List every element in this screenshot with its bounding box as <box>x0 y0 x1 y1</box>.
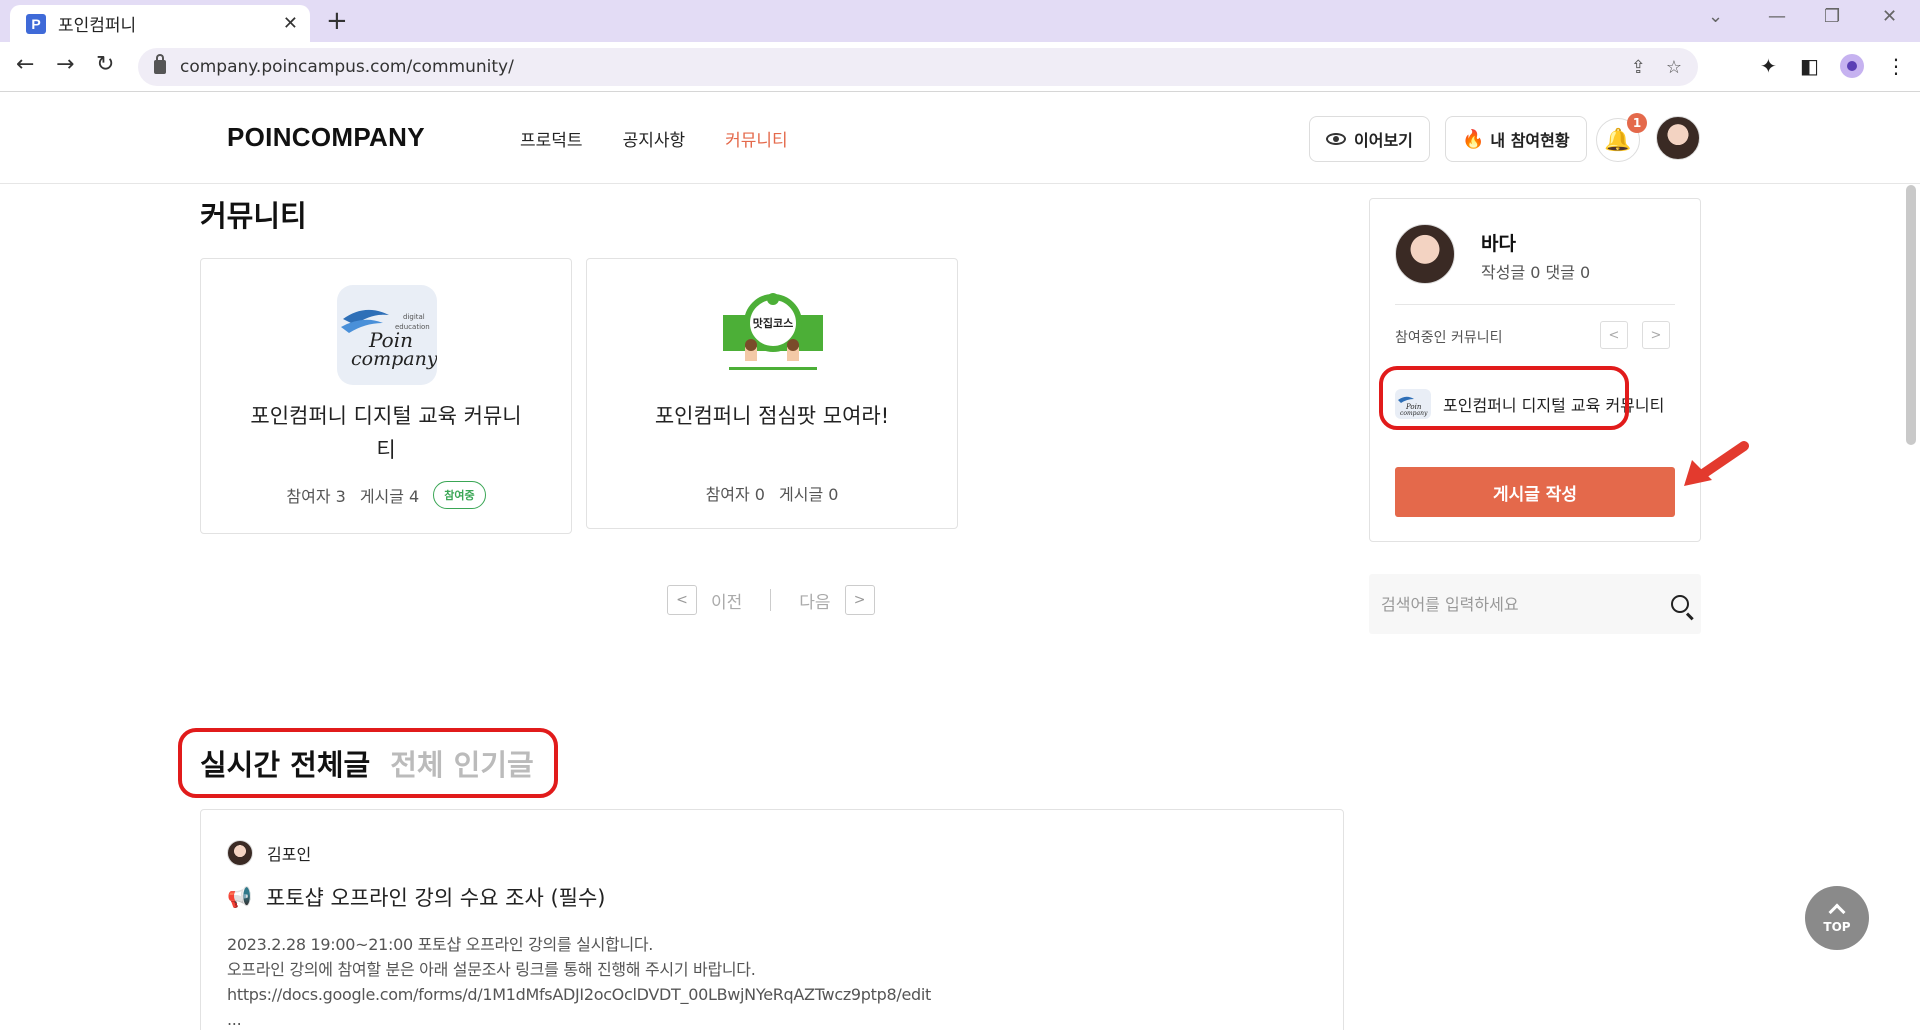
post-title[interactable]: 📢 포토샵 오프라인 강의 수요 조사 (필수) <box>227 882 605 912</box>
post-line: 2023.2.28 19:00~21:00 포토샵 오프라인 강의를 실시합니다… <box>227 935 654 954</box>
joined-community-name: 포인컴퍼니 디지털 교육 커뮤니티 <box>1443 396 1665 415</box>
profile-panel: 바다 작성글 0 댓글 0 참여중인 커뮤니티 < > Poin company… <box>1369 198 1701 542</box>
post-link[interactable]: https://docs.google.com/forms/d/1M1dMfsA… <box>227 982 931 1007</box>
page-title: 커뮤니티 <box>200 199 307 233</box>
browser-tabstrip: P 포인컴퍼니 ✕ + ⌄ — ❐ ✕ <box>0 0 1920 42</box>
scroll-top-button[interactable]: TOP <box>1805 886 1869 950</box>
prev-label[interactable]: 이전 <box>711 588 742 613</box>
joined-next-button[interactable]: > <box>1642 321 1670 349</box>
post-ellipsis: ... <box>227 1010 242 1029</box>
community-logo-poin: digital education Poin company <box>337 285 437 385</box>
community-logo-lunch: 맛집코스 <box>723 285 823 385</box>
tab-title: 포인컴퍼니 <box>58 16 137 36</box>
search-icon[interactable] <box>1671 595 1689 613</box>
top-label: TOP <box>1823 920 1851 934</box>
post-count: 게시글 4 <box>359 487 420 506</box>
bell-icon: 🔔 <box>1604 127 1632 153</box>
community-thumb-icon: Poin company <box>1395 389 1431 419</box>
share-icon[interactable]: ⇪ <box>1631 57 1646 78</box>
post-title-text: 포토샵 오프라인 강의 수요 조사 (필수) <box>265 886 606 910</box>
community-card[interactable]: digital education Poin company 포인컴퍼니 디지털… <box>200 258 572 534</box>
window-close-icon[interactable]: ✕ <box>1882 6 1897 27</box>
megaphone-icon: 📢 <box>227 885 252 909</box>
participant-count: 참여자 0 <box>705 485 765 504</box>
forward-icon[interactable]: → <box>56 52 74 77</box>
participant-count: 참여자 3 <box>286 487 346 506</box>
extensions-icon[interactable]: ✦ <box>1760 54 1777 78</box>
community-meta: 참여자 0 게시글 0 <box>587 481 957 505</box>
community-name: 포인컴퍼니 디지털 교육 커뮤니티 <box>250 404 522 462</box>
new-tab-icon[interactable]: + <box>326 6 348 36</box>
next-label[interactable]: 다음 <box>799 588 830 613</box>
next-page-button[interactable]: > <box>844 585 875 615</box>
svg-text:company: company <box>1400 410 1428 417</box>
browser-menu-icon[interactable]: ⋮ <box>1886 54 1906 78</box>
url-text: company.poincampus.com/community/ <box>180 57 514 77</box>
post-count: 게시글 0 <box>779 485 839 504</box>
continue-watching-button[interactable]: 이어보기 <box>1309 116 1430 162</box>
side-panel-icon[interactable]: ◧ <box>1800 54 1819 78</box>
browser-profile-icon[interactable] <box>1840 54 1864 78</box>
tab-search-icon[interactable]: ⌄ <box>1708 6 1723 27</box>
community-meta: 참여자 3 게시글 4 참여중 <box>201 481 571 509</box>
author-name: 김포인 <box>267 845 312 864</box>
pagination: < 이전 다음 > <box>667 585 875 615</box>
search-box <box>1369 574 1701 634</box>
profile-name: 바다 <box>1481 233 1516 255</box>
nav-notice[interactable]: 공지사항 <box>623 126 686 151</box>
post-body: 2023.2.28 19:00~21:00 포토샵 오프라인 강의를 실시합니다… <box>227 932 931 1030</box>
continue-watching-label: 이어보기 <box>1354 131 1413 150</box>
community-name: 포인컴퍼니 점심팟 모여라! <box>654 404 890 428</box>
user-avatar[interactable] <box>1656 116 1700 160</box>
joined-community-item[interactable]: Poin company 포인컴퍼니 디지털 교육 커뮤니티 <box>1395 384 1685 424</box>
page-scrollbar[interactable] <box>1906 185 1916 445</box>
prev-page-button[interactable]: < <box>667 585 697 615</box>
joined-badge: 참여중 <box>433 481 486 509</box>
profile-divider <box>1395 304 1675 305</box>
post-author: 김포인 <box>227 840 311 866</box>
search-input[interactable] <box>1381 594 1671 614</box>
tab-realtime-posts[interactable]: 실시간 전체글 <box>200 742 370 784</box>
restore-icon[interactable]: ❐ <box>1824 6 1840 27</box>
author-avatar <box>227 840 253 866</box>
lock-icon <box>154 54 166 74</box>
back-icon[interactable]: ← <box>16 52 34 77</box>
close-tab-icon[interactable]: ✕ <box>283 13 298 34</box>
svg-text:맛집코스: 맛집코스 <box>753 316 793 330</box>
tab-popular-posts[interactable]: 전체 인기글 <box>390 742 534 784</box>
arrow-up-icon <box>1828 903 1846 921</box>
browser-toolbar: ← → ↻ company.poincampus.com/community/ … <box>0 42 1920 92</box>
notification-button[interactable]: 🔔 1 <box>1596 113 1647 162</box>
my-participation-button[interactable]: 🔥 내 참여현황 <box>1445 116 1587 162</box>
main-nav: 프로덕트 공지사항 커뮤니티 <box>520 126 788 151</box>
fire-icon: 🔥 <box>1462 128 1485 150</box>
svg-text:company: company <box>351 348 437 370</box>
profile-avatar <box>1395 224 1455 284</box>
my-participation-label: 내 참여현황 <box>1490 131 1570 150</box>
svg-text:digital: digital <box>403 313 425 321</box>
reload-icon[interactable]: ↻ <box>96 52 114 77</box>
site-header: POINCOMPANY 프로덕트 공지사항 커뮤니티 이어보기 🔥 내 참여현황… <box>0 92 1920 184</box>
pager-divider <box>770 589 772 611</box>
notification-badge: 1 <box>1627 113 1647 133</box>
nav-community[interactable]: 커뮤니티 <box>725 126 788 151</box>
post-card[interactable]: 김포인 📢 포토샵 오프라인 강의 수요 조사 (필수) 2023.2.28 1… <box>200 809 1344 1030</box>
profile-stats: 작성글 0 댓글 0 <box>1481 263 1591 282</box>
site-logo[interactable]: POINCOMPANY <box>227 122 425 153</box>
feed-tabs: 실시간 전체글 전체 인기글 <box>200 742 534 784</box>
address-bar[interactable]: company.poincampus.com/community/ ⇪ ☆ <box>138 48 1698 86</box>
write-post-button[interactable]: 게시글 작성 <box>1395 467 1675 517</box>
browser-tab[interactable]: P 포인컴퍼니 ✕ <box>10 5 310 42</box>
joined-community-label: 참여중인 커뮤니티 <box>1395 330 1503 346</box>
bookmark-star-icon[interactable]: ☆ <box>1666 57 1682 78</box>
community-card[interactable]: 맛집코스 포인컴퍼니 점심팟 모여라! 참여자 0 게시글 0 <box>586 258 958 529</box>
nav-product[interactable]: 프로덕트 <box>520 126 583 151</box>
minimize-icon[interactable]: — <box>1768 6 1786 27</box>
site-favicon: P <box>26 13 46 34</box>
annotation-arrow-icon <box>1684 441 1749 486</box>
eye-icon <box>1326 133 1346 145</box>
post-line: 오프라인 강의에 참여할 분은 아래 설문조사 링크를 통해 진행해 주시기 바… <box>227 960 756 979</box>
joined-prev-button[interactable]: < <box>1600 321 1628 349</box>
